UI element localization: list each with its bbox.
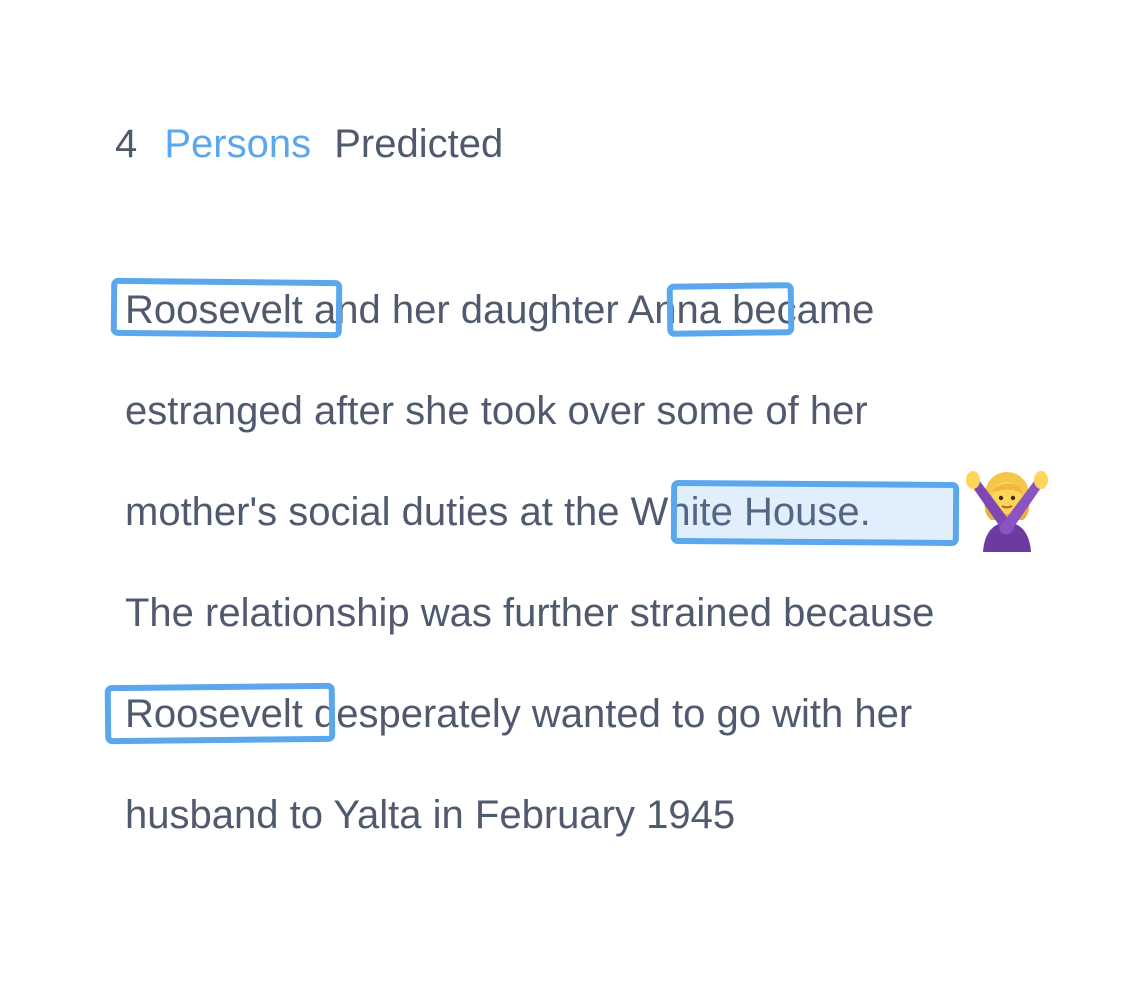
entity-box-white-house[interactable] <box>670 479 960 547</box>
annotated-passage: Roosevelt and her daughter Anna became e… <box>0 0 1122 1000</box>
passage-text: desperately wanted to go with her <box>302 692 913 736</box>
passage-line: husband to Yalta in February 1945 <box>125 789 735 841</box>
passage-text: husband to Yalta in February 1945 <box>125 793 736 837</box>
passage-line: estranged after she took over some of he… <box>125 385 868 437</box>
passage-text: and her daughter <box>313 288 628 332</box>
entity-box-roosevelt-1[interactable] <box>110 277 343 339</box>
passage-text: The relationship was further strained be… <box>125 591 935 635</box>
passage-line: The relationship was further strained be… <box>125 587 934 639</box>
entity-box-roosevelt-2[interactable] <box>104 682 336 745</box>
entity-box-anna[interactable] <box>666 282 795 337</box>
passage-text: mother's social duties at the <box>125 490 631 534</box>
passage-text: estranged after she took over some of he… <box>125 389 868 433</box>
person-gesturing-no-icon[interactable] <box>963 468 1051 552</box>
